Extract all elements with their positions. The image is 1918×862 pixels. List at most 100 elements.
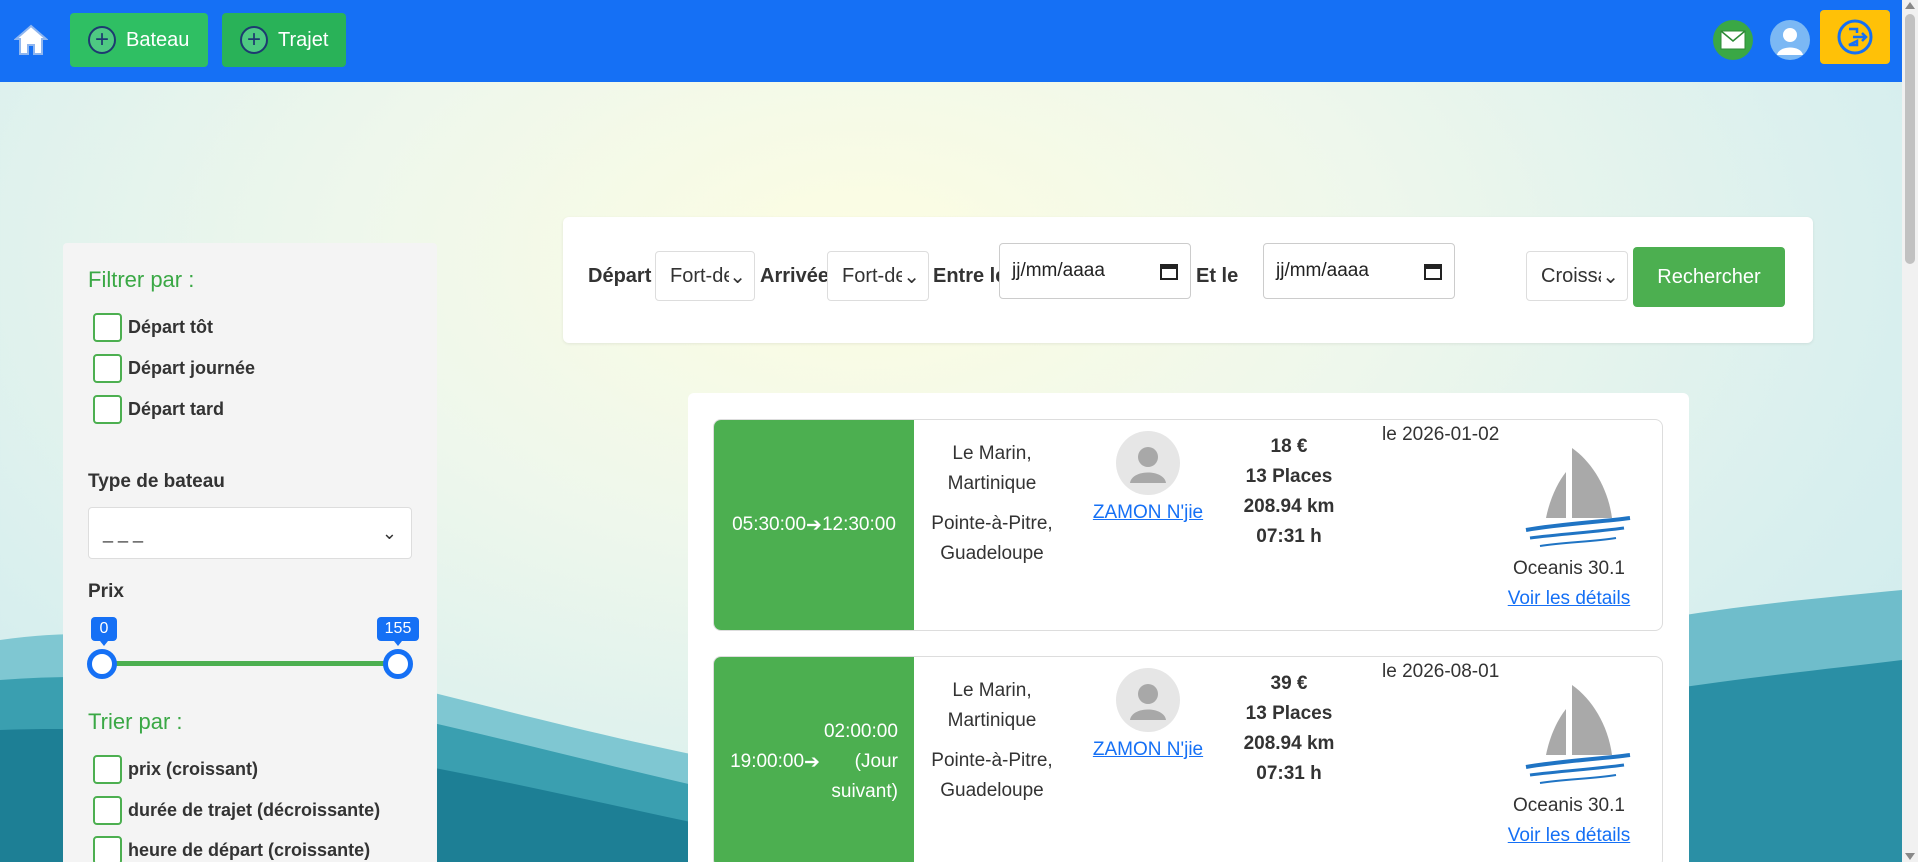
trip-duration: 07:31 h	[1256, 763, 1322, 784]
price-label: Prix	[88, 581, 124, 602]
boat-type-value: _ _ _	[103, 522, 144, 543]
date-from-input[interactable]: jj/mm/aaaa	[999, 243, 1191, 299]
calendar-icon	[1160, 264, 1178, 280]
to-region: Guadeloupe	[940, 543, 1044, 564]
et-label: Et le	[1196, 265, 1239, 287]
arrivee-label: Arrivée	[760, 265, 829, 287]
search-button[interactable]: Rechercher	[1633, 247, 1785, 307]
avatar	[1116, 668, 1180, 732]
logout-button[interactable]	[1820, 10, 1890, 64]
price-slider-track[interactable]	[102, 661, 398, 666]
trip-places: 13 Places	[1245, 703, 1333, 724]
date-to-input[interactable]: jj/mm/aaaa	[1263, 243, 1455, 299]
arrivee-select[interactable]: Fort-de-France ⌄	[827, 251, 929, 301]
details-link[interactable]: Voir les détails	[1494, 588, 1644, 610]
add-bateau-label: Bateau	[126, 28, 190, 51]
checkbox-label: prix (croissant)	[128, 759, 259, 779]
sort-order-select[interactable]: Croissant ⌄	[1526, 251, 1628, 301]
sort-duree[interactable]: durée de trajet (décroissante)	[93, 796, 380, 825]
sort-prix[interactable]: prix (croissant)	[93, 755, 258, 784]
trip-distance: 208.94 km	[1243, 733, 1335, 754]
search-bar: Départ Fort-de-France ⌄ Arrivée Fort-de-…	[563, 217, 1813, 343]
add-trajet-label: Trajet	[278, 28, 329, 51]
filter-title: Filtrer par :	[88, 267, 195, 292]
boat-name: Oceanis 30.1	[1513, 558, 1625, 579]
price-min-handle[interactable]	[87, 649, 117, 679]
from-region: Martinique	[947, 710, 1037, 731]
checkbox[interactable]	[93, 313, 122, 342]
trip-price: 18 €	[1270, 436, 1308, 457]
calendar-icon	[1424, 264, 1442, 280]
sailboat-icon	[1525, 685, 1631, 784]
trip-date: le 2026-08-01	[1382, 661, 1500, 682]
arrow-icon: ➔	[804, 751, 820, 773]
sailboat-icon	[1525, 448, 1631, 547]
plus-circle-icon: +	[240, 26, 268, 54]
user-icon	[1130, 684, 1166, 720]
checkbox-label: Départ journée	[128, 358, 256, 378]
depart-label: Départ	[588, 265, 652, 287]
trip-time: 05:30:00 ➔ 12:30:00	[714, 420, 914, 630]
avatar	[1116, 431, 1180, 495]
date-from-placeholder: jj/mm/aaaa	[1012, 260, 1105, 281]
plus-circle-icon: +	[88, 26, 116, 54]
filter-depart-tot[interactable]: Départ tôt	[93, 313, 213, 342]
entre-label: Entre le	[933, 265, 1003, 287]
from-region: Martinique	[947, 473, 1037, 494]
results-panel: 05:30:00 ➔ 12:30:00 Le Marin, Martinique Po…	[688, 393, 1689, 862]
scroll-thumb[interactable]	[1905, 14, 1915, 264]
checkbox[interactable]	[93, 755, 122, 784]
messages-button[interactable]	[1713, 20, 1753, 60]
checkbox[interactable]	[93, 836, 122, 862]
filter-depart-tard[interactable]: Départ tard	[93, 395, 224, 424]
trip-duration: 07:31 h	[1256, 526, 1322, 547]
checkbox[interactable]	[93, 395, 122, 424]
chevron-down-icon: ⌄	[729, 265, 746, 288]
depart-select[interactable]: Fort-de-France ⌄	[655, 251, 755, 301]
top-navbar: + Bateau + Trajet	[0, 0, 1902, 82]
checkbox-label: heure de départ (croissante)	[128, 840, 371, 860]
profile-button[interactable]	[1770, 20, 1810, 60]
logout-icon	[1837, 19, 1873, 55]
depart-value: Fort-de-France	[670, 264, 730, 287]
from-city: Le Marin,	[952, 680, 1032, 701]
arrival-time: 12:30:00	[821, 514, 896, 535]
price-min-label: 0	[91, 617, 117, 646]
checkbox[interactable]	[93, 354, 122, 383]
to-region: Guadeloupe	[940, 780, 1044, 801]
to-city: Pointe-à-Pitre,	[931, 750, 1053, 771]
trip-card: 05:30:00 ➔ 12:30:00 Le Marin, Martinique Po…	[713, 419, 1663, 631]
sort-title: Trier par :	[88, 709, 183, 734]
owner-link[interactable]: ZAMON N'jie	[1070, 502, 1226, 524]
user-icon	[1777, 28, 1803, 55]
owner-link[interactable]: ZAMON N'jie	[1070, 739, 1226, 761]
date-to-placeholder: jj/mm/aaaa	[1276, 260, 1369, 281]
add-bateau-button[interactable]: + Bateau	[70, 13, 208, 67]
checkbox-label: Départ tôt	[128, 317, 213, 337]
scroll-up-icon[interactable]	[1905, 2, 1915, 9]
trip-stats: 18 € 13 Places 208.94 km 07:31 h	[1226, 432, 1352, 552]
price-max-handle[interactable]	[383, 649, 413, 679]
scroll-down-icon[interactable]	[1905, 853, 1915, 860]
details-link[interactable]: Voir les détails	[1494, 825, 1644, 847]
boat-type-select[interactable]: _ _ _ ⌄	[88, 507, 412, 559]
add-trajet-button[interactable]: + Trajet	[222, 13, 346, 67]
chevron-down-icon: ⌄	[1602, 265, 1619, 288]
sort-order-value: Croissant	[1541, 264, 1601, 287]
trip-time: 19:00:00 ➔ 02:00:00 (Jour suivant)	[714, 657, 914, 862]
filter-sidebar: Filtrer par : Départ tôt Départ journée …	[63, 243, 437, 862]
sort-heure[interactable]: heure de départ (croissante)	[93, 836, 370, 862]
home-icon	[14, 24, 48, 55]
home-button[interactable]	[12, 22, 50, 58]
chevron-down-icon: ⌄	[903, 265, 920, 288]
arrivee-value: Fort-de-France	[842, 264, 902, 287]
page-scrollbar[interactable]	[1902, 0, 1918, 862]
boat-name: Oceanis 30.1	[1513, 795, 1625, 816]
trip-stats: 39 € 13 Places 208.94 km 07:31 h	[1226, 669, 1352, 789]
filter-depart-journee[interactable]: Départ journée	[93, 354, 255, 383]
trip-places: 13 Places	[1245, 466, 1333, 487]
trip-distance: 208.94 km	[1243, 496, 1335, 517]
user-icon	[1130, 447, 1166, 483]
trip-price: 39 €	[1270, 673, 1308, 694]
checkbox[interactable]	[93, 796, 122, 825]
